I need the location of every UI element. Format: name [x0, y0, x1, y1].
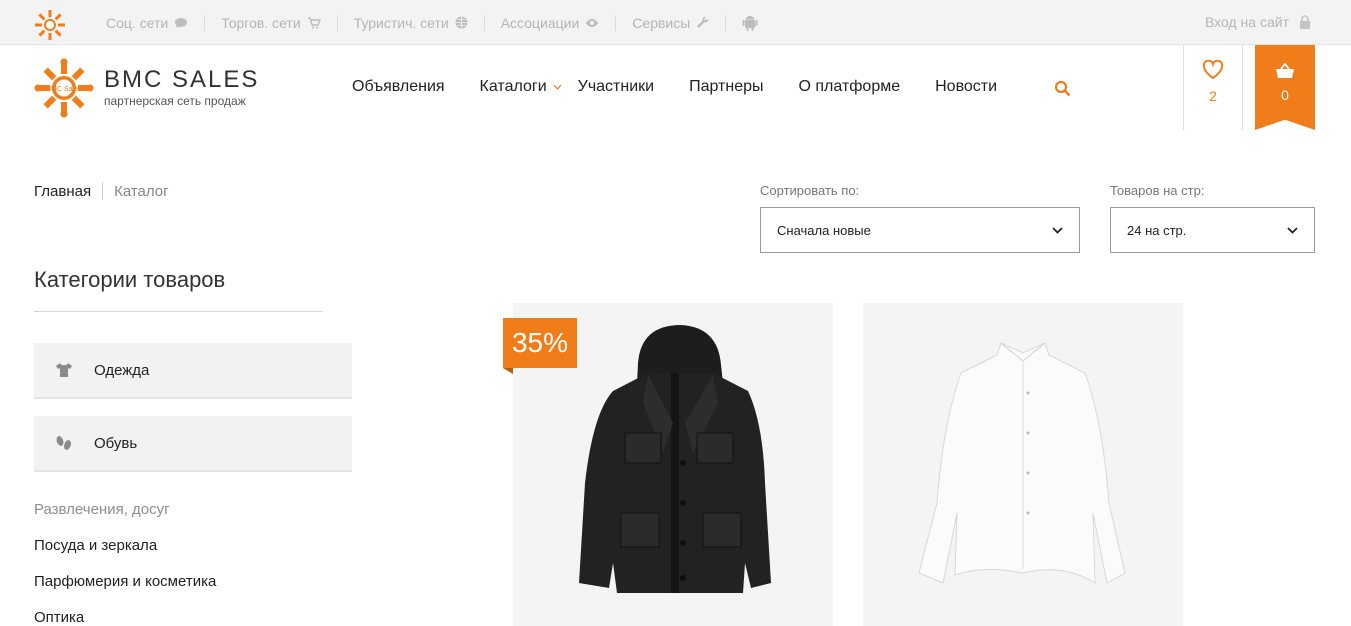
category-link-dishes[interactable]: Посуда и зеркала — [34, 537, 157, 554]
sort-value: Сначала новые — [777, 222, 871, 238]
breadcrumb: Главная Каталог — [34, 182, 169, 200]
nav-label: Каталоги — [479, 78, 547, 95]
nav-label: О платформе — [798, 78, 901, 95]
categories-divider — [34, 311, 323, 312]
breadcrumb-home[interactable]: Главная — [34, 183, 91, 200]
site-logo[interactable]: BMC Sales BMC SALES партнерская сеть про… — [34, 58, 259, 118]
login-label: Вход на сайт — [1205, 14, 1289, 30]
toplink-trade[interactable]: Торгов. сети — [205, 14, 338, 31]
category-label: Одежда — [94, 361, 150, 379]
breadcrumb-current: Каталог — [114, 182, 169, 200]
per-page-label: Товаров на стр: — [1110, 183, 1205, 198]
toplink-social[interactable]: Соц. сети — [90, 14, 206, 31]
top-links: Соц. сети Торгов. сети Туристич. сети Ас… — [90, 0, 774, 45]
category-link-perfumery[interactable]: Парфюмерия и косметика — [34, 573, 216, 590]
toplink-label: Туристич. сети — [353, 14, 449, 31]
globe-icon — [455, 16, 468, 29]
nav-label: Партнеры — [689, 78, 764, 95]
toplink-tourism[interactable]: Туристич. сети — [338, 14, 485, 31]
cart-button[interactable]: 0 — [1255, 45, 1315, 130]
discount-badge: 35% — [503, 318, 577, 368]
wrench-icon — [697, 16, 709, 28]
categories-title: Категории товаров — [34, 267, 226, 292]
category-link-optics[interactable]: Оптика — [34, 609, 84, 626]
nav-label: Участники — [577, 78, 655, 95]
cart-small-icon — [307, 16, 321, 28]
tshirt-icon — [56, 363, 72, 377]
category-link-entertainment[interactable]: Развлечения, досуг — [34, 501, 170, 518]
logo-text: BMC SALES партнерская сеть продаж — [104, 66, 260, 109]
nav-label: Объявления — [352, 78, 445, 95]
bmc-logo-mark-icon: BMC Sales — [34, 58, 94, 118]
search-icon[interactable] — [1054, 80, 1071, 97]
heart-icon — [1202, 60, 1224, 80]
toplink-label: Соц. сети — [106, 14, 169, 31]
top-bar: Соц. сети Торгов. сети Туристич. сети Ас… — [0, 0, 1351, 45]
chevron-down-icon — [1052, 226, 1063, 234]
nav-item-catalogs[interactable]: Каталоги — [480, 78, 562, 96]
logo-mark-text: BMC Sales — [46, 86, 82, 93]
chat-icon — [175, 17, 188, 28]
lock-icon — [1300, 14, 1310, 29]
per-page-value: 24 на стр. — [1127, 222, 1187, 238]
favorites-count: 2 — [1209, 88, 1217, 104]
basket-icon — [1276, 63, 1294, 78]
login-link[interactable]: Вход на сайт — [1205, 14, 1311, 30]
category-label: Обувь — [94, 434, 138, 452]
toplink-label: Сервисы — [632, 14, 691, 31]
toplink-label: Ассоциации — [500, 14, 580, 31]
sort-select[interactable]: Сначала новые — [760, 207, 1080, 253]
nav-item-ads[interactable]: Объявления — [352, 78, 445, 96]
category-shoes[interactable]: Обувь — [34, 416, 352, 472]
logo-brand: BMC SALES — [104, 66, 260, 93]
toplink-associations[interactable]: Ассоциации — [485, 14, 617, 31]
nav-label: Новости — [935, 78, 998, 95]
bmc-mini-logo-icon[interactable] — [34, 9, 66, 41]
toplink-android[interactable] — [726, 15, 774, 31]
eye-icon — [586, 18, 599, 27]
nav-item-news[interactable]: Новости — [935, 78, 997, 96]
product-card-shirt[interactable] — [863, 303, 1183, 626]
category-clothing[interactable]: Одежда — [34, 343, 352, 399]
logo-tagline: партнерская сеть продаж — [104, 94, 246, 108]
per-page-select[interactable]: 24 на стр. — [1110, 207, 1315, 253]
nav-item-partners[interactable]: Партнеры — [689, 78, 763, 96]
toplink-services[interactable]: Сервисы — [616, 14, 727, 31]
cart-count: 0 — [1281, 87, 1289, 103]
toplink-label: Торгов. сети — [221, 14, 301, 31]
sort-label: Сортировать по: — [760, 183, 860, 198]
android-icon — [742, 15, 758, 31]
chevron-down-icon — [553, 84, 562, 90]
favorites-button[interactable]: 2 — [1183, 45, 1243, 130]
main-nav: Объявления Каталоги Участники Партнеры О… — [352, 78, 1032, 96]
discount-badge-tail — [503, 368, 513, 374]
chevron-down-icon — [1287, 226, 1298, 234]
shirt-image — [918, 342, 1126, 584]
footprints-icon — [56, 436, 71, 450]
breadcrumb-separator — [102, 182, 104, 200]
nav-item-platform[interactable]: О платформе — [799, 78, 901, 96]
nav-item-members[interactable]: Участники — [578, 78, 654, 96]
